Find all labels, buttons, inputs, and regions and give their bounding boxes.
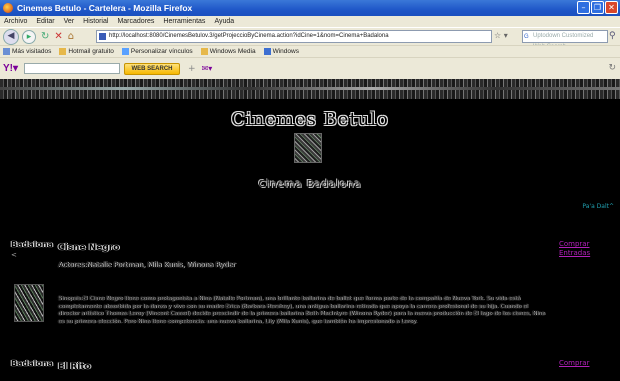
- bookmark-page-icon: [121, 48, 129, 55]
- page-content: Cinemes Betulo Cinema Badalona Pa'a Dalt…: [0, 79, 620, 381]
- page-title: Cinemes Betulo: [231, 109, 389, 130]
- search-engine-icon[interactable]: G: [524, 32, 531, 40]
- bookmark-page-icon: [59, 48, 67, 55]
- firefox-icon: [3, 3, 13, 13]
- bookmark-folder-icon: [3, 48, 10, 55]
- menu-archivo[interactable]: Archivo: [4, 18, 27, 25]
- maximize-button[interactable]: ❐: [591, 1, 604, 14]
- bookmark-page-icon: [263, 48, 271, 55]
- film-links: Comprar: [559, 359, 589, 368]
- menu-ayuda[interactable]: Ayuda: [214, 18, 234, 25]
- url-text: http://localhost:8080/CinemesBetulov.3/g…: [109, 33, 389, 39]
- bookmark-personalizar[interactable]: Personalizar vínculos: [121, 48, 193, 55]
- bookmark-star-icon[interactable]: ☆ ▾: [494, 31, 508, 40]
- window-titlebar: Cinemes Betulo - Cartelera - Mozilla Fir…: [0, 0, 620, 16]
- cinema-name: Cinema Badalona: [258, 179, 362, 190]
- film-title: El Rito: [58, 362, 91, 372]
- film-links: Comprar Entradas: [559, 240, 590, 258]
- home-icon[interactable]: ⌂: [68, 31, 74, 42]
- minimize-button[interactable]: –: [577, 1, 590, 14]
- search-magnifier-icon[interactable]: ⚲: [609, 31, 616, 41]
- web-search-button[interactable]: WEB SEARCH: [124, 62, 181, 75]
- film-title: Cisne Negro: [58, 243, 120, 253]
- menu-historial[interactable]: Historial: [83, 18, 108, 25]
- film-actors: Actores:Natalie Portman, Mila Kunis, Win…: [58, 261, 236, 269]
- bookmarks-toolbar: Más visitados Hotmail gratuito Personali…: [0, 45, 620, 57]
- go-top-link[interactable]: Pa'a Dalt^: [582, 203, 614, 210]
- bookmark-mas-visitados[interactable]: Más visitados: [3, 48, 51, 55]
- header-banner-image: [0, 79, 620, 99]
- yahoo-search-input[interactable]: [24, 63, 121, 74]
- menu-ver[interactable]: Ver: [64, 18, 75, 25]
- bookmark-windows[interactable]: Windows: [263, 48, 299, 55]
- refresh-icon[interactable]: ↻: [608, 63, 616, 73]
- window-title: Cinemes Betulo - Cartelera - Mozilla Fir…: [17, 3, 193, 13]
- buy-link[interactable]: Comprar: [559, 359, 589, 368]
- url-bar[interactable]: http://localhost:8080/CinemesBetulov.3/g…: [96, 30, 492, 43]
- yahoo-logo-icon[interactable]: Y!▾: [3, 63, 18, 74]
- film-poster-image: [14, 284, 44, 322]
- bookmark-page-icon: [200, 48, 208, 55]
- menu-editar[interactable]: Editar: [36, 18, 54, 25]
- stop-icon[interactable]: ✕: [54, 31, 62, 42]
- forward-arrow-icon[interactable]: ▸: [22, 29, 36, 44]
- buy-link[interactable]: Comprar: [559, 240, 590, 249]
- close-button[interactable]: ✕: [605, 1, 618, 14]
- bookmark-windows-media[interactable]: Windows Media: [200, 48, 256, 55]
- search-input[interactable]: G Uptodown Customized Web Search: [522, 30, 608, 50]
- film-arrow-icon: <: [11, 251, 17, 259]
- menu-bar: Archivo Editar Ver Historial Marcadores …: [0, 16, 620, 27]
- film-city: Badalona: [11, 240, 53, 249]
- back-arrow-icon[interactable]: ◀: [3, 28, 19, 45]
- menu-marcadores[interactable]: Marcadores: [117, 18, 154, 25]
- mail-icon[interactable]: ✉▾: [202, 64, 213, 73]
- window-controls: – ❐ ✕: [577, 1, 618, 14]
- navigation-toolbar: ◀ ▸ ↻ ✕ ⌂ http://localhost:8080/CinemesB…: [0, 27, 620, 50]
- bookmark-hotmail[interactable]: Hotmail gratuito: [59, 48, 114, 55]
- menu-herramientas[interactable]: Herramientas: [163, 18, 205, 25]
- film-synopsis: Sinopsis:El Cisne Negro tiene como prota…: [58, 296, 545, 325]
- add-icon[interactable]: +: [188, 64, 196, 74]
- film-city: Badalona: [11, 359, 53, 368]
- cinema-logo-image: [294, 133, 322, 163]
- yahoo-toolbar: Y!▾ WEB SEARCH + ✉▾ ↻: [0, 57, 620, 79]
- site-favicon-icon: [99, 33, 106, 40]
- tickets-link[interactable]: Entradas: [559, 249, 590, 258]
- reload-icon[interactable]: ↻: [41, 31, 49, 42]
